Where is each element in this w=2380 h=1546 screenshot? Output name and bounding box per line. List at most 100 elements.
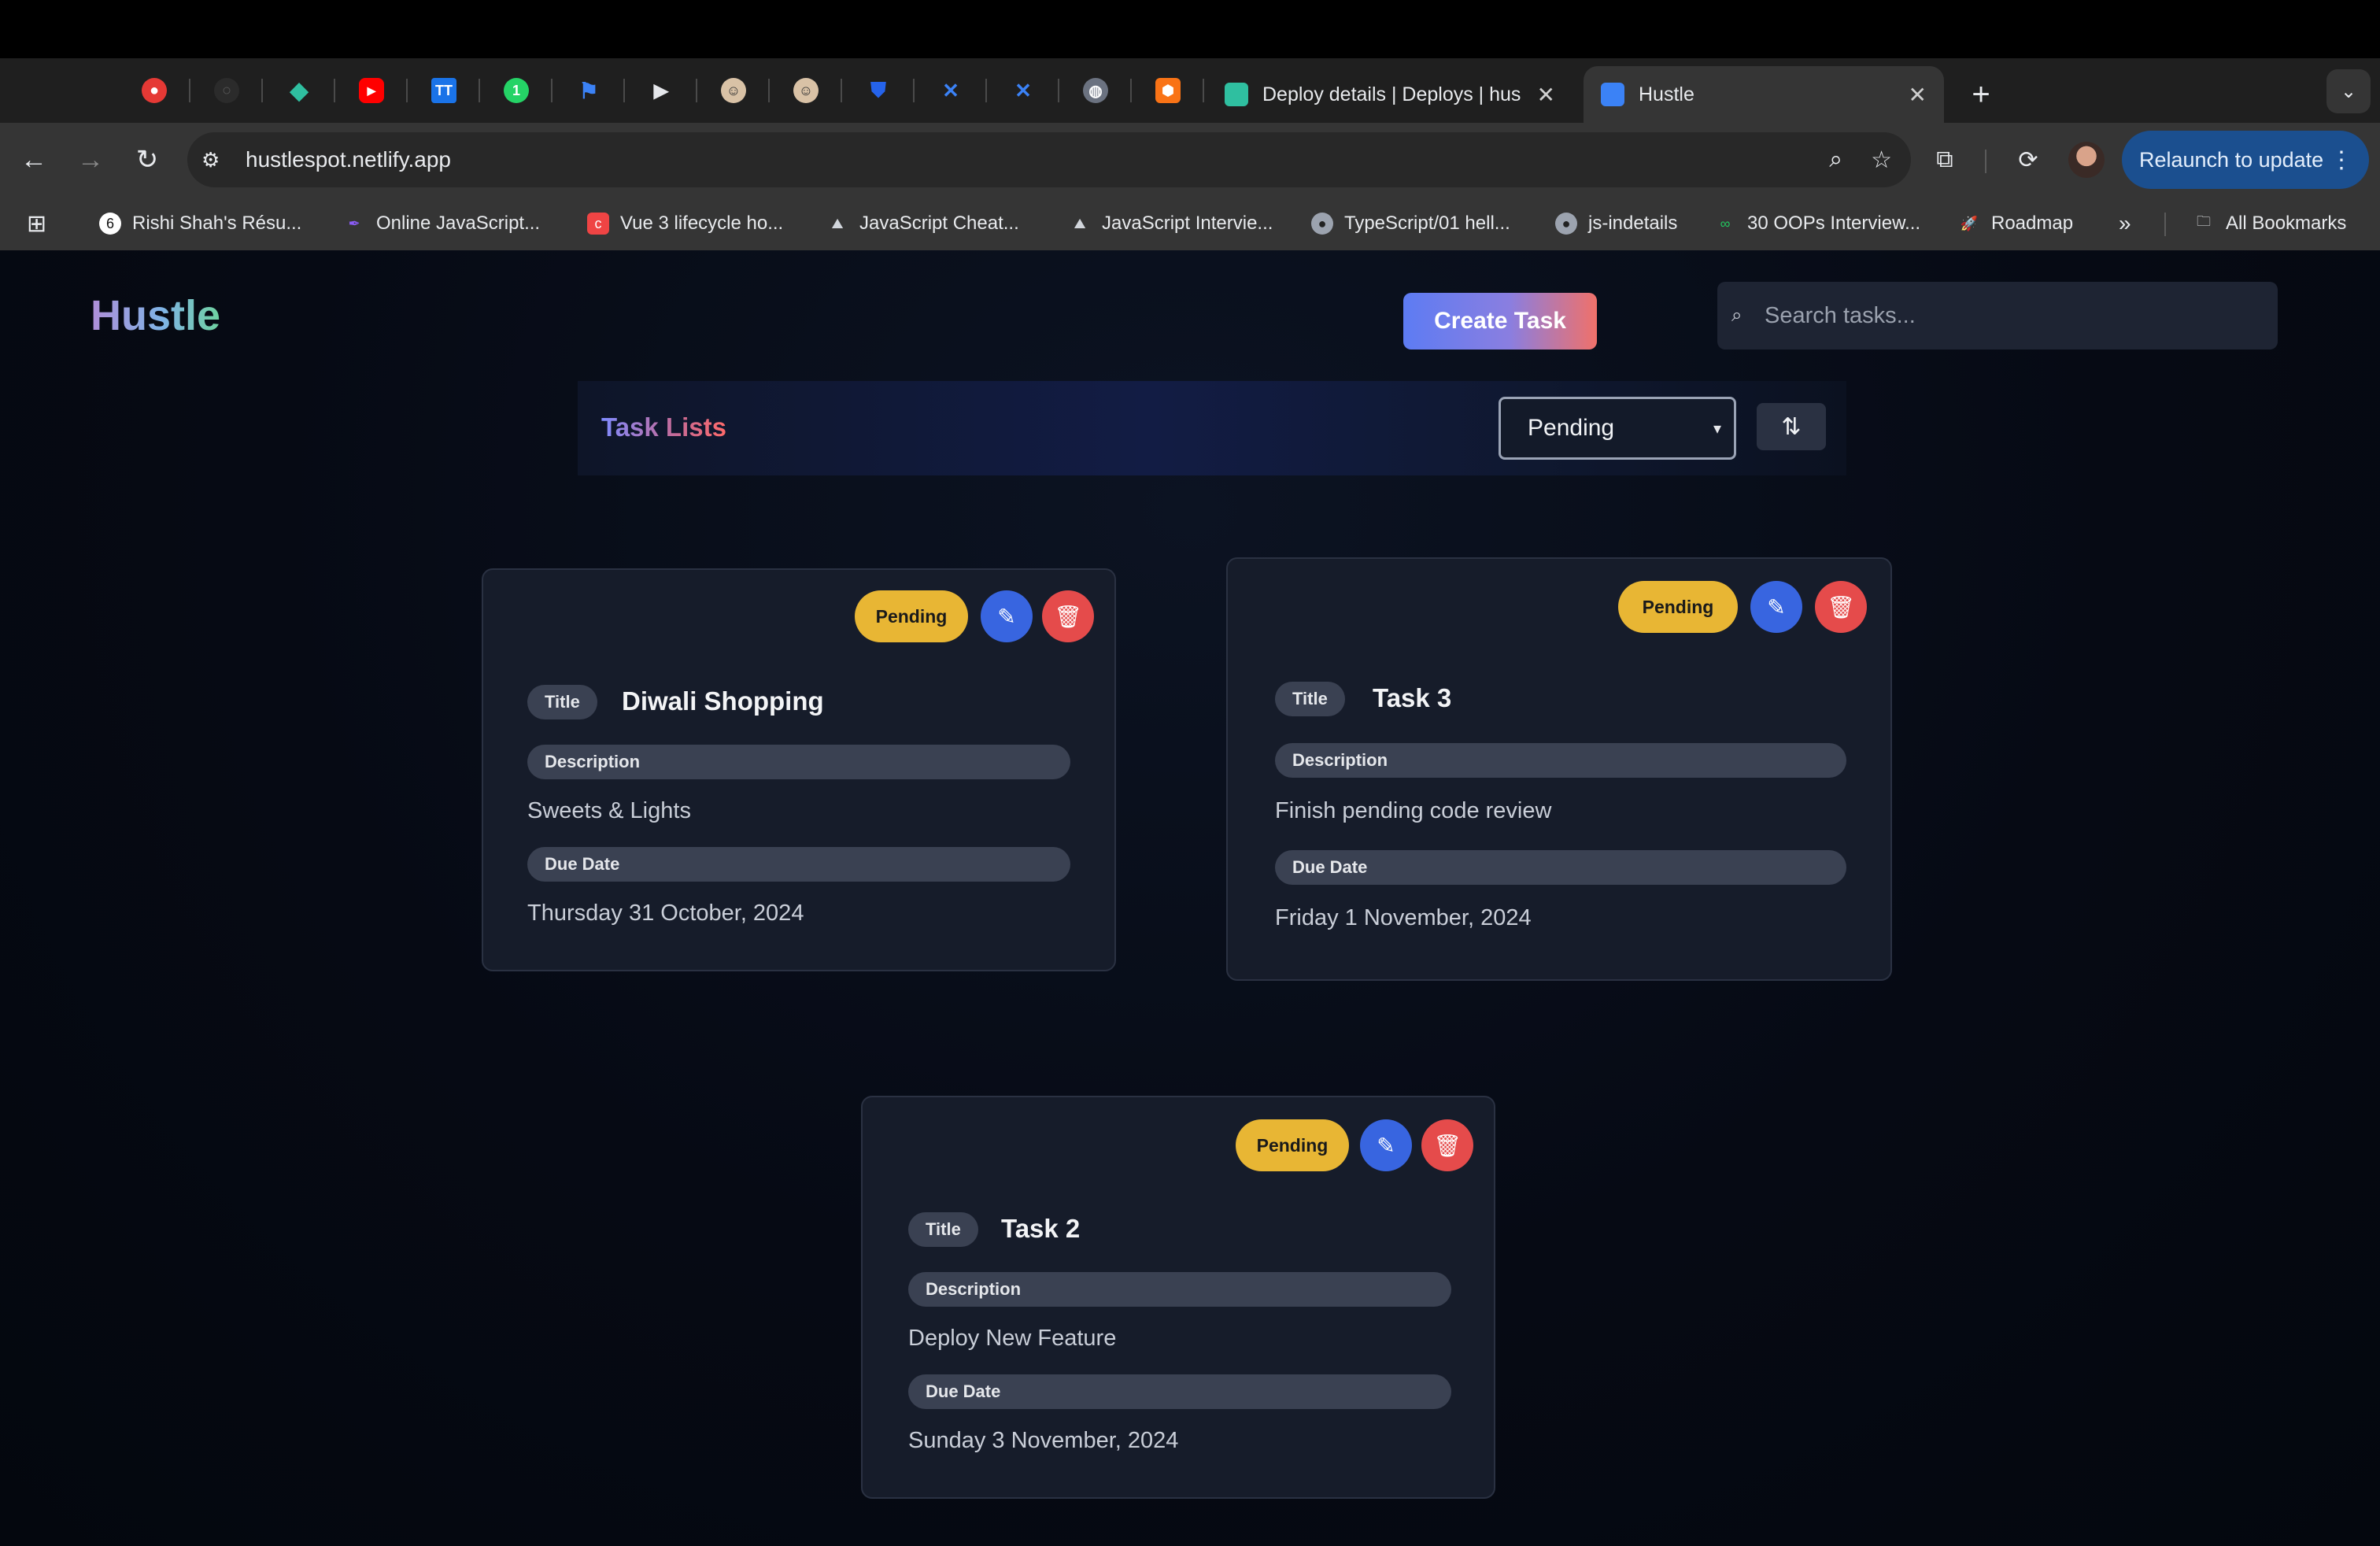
task-due-date: Friday 1 November, 2024 (1275, 905, 1532, 930)
box-icon: ⬢ (1155, 78, 1181, 103)
sort-button[interactable]: ⇅ (1757, 403, 1826, 450)
globe-icon: ◍ (1083, 78, 1108, 103)
bookmark-item[interactable]: 🚀 Roadmap (1958, 197, 2073, 250)
zoom-icon[interactable]: ⌕ (1829, 146, 1842, 173)
app-page: Hustle Create Task ⌕ Task Lists Pending … (0, 250, 2380, 1546)
netlify-icon: ◆ (290, 77, 309, 104)
back-button[interactable]: ← (13, 139, 55, 181)
hustle-favicon-icon (1601, 83, 1624, 106)
browser-toolbar: ← → ↻ ⚙ hustlespot.netlify.app ⌕ ☆ ⧉ ⟳ R… (0, 123, 2380, 197)
pencil-icon: ✎ (1767, 594, 1786, 620)
edit-button[interactable]: ✎ (981, 590, 1033, 642)
bookmark-item[interactable]: ● js-indetails (1555, 197, 1677, 250)
due-date-label: Due Date (527, 847, 1070, 882)
bookmark-label: Rishi Shah's Résu... (132, 213, 302, 234)
pinned-tab-person-1[interactable]: ☺ (697, 58, 770, 123)
title-label: Title (527, 685, 597, 719)
task-list-header: Task Lists Pending ▾ ⇅ (578, 381, 1846, 475)
title-label: Title (908, 1212, 978, 1247)
more-vert-icon: ⋮ (2330, 146, 2353, 173)
task-title: Diwali Shopping (622, 686, 824, 716)
status-badge: Pending (1236, 1119, 1349, 1171)
pinned-tab-flag[interactable]: ⚑ (552, 58, 625, 123)
url-text[interactable]: hustlespot.netlify.app (246, 147, 451, 172)
forward-button[interactable]: → (69, 139, 112, 181)
bookmark-item[interactable]: ● TypeScript/01 hell... (1311, 197, 1510, 250)
profile-avatar[interactable] (2068, 142, 2105, 178)
search-icon: ⌕ (1731, 305, 1743, 326)
shield-icon: ⛊ (870, 78, 886, 102)
delete-button[interactable]: 🗑 (1042, 590, 1094, 642)
pinned-tab-youtube-music[interactable]: ● (118, 58, 190, 123)
new-tab-button[interactable]: + (1963, 66, 1999, 123)
pinned-tab-shield[interactable]: ⛊ (842, 58, 915, 123)
trash-icon: 🗑 (1054, 604, 1082, 629)
edit-button[interactable]: ✎ (1360, 1119, 1412, 1171)
relaunch-button[interactable]: Relaunch to update ⋮ (2122, 131, 2369, 189)
rocket-icon: 🚀 (1960, 215, 1979, 231)
bookmark-item[interactable]: ✒ Online JavaScript... (343, 197, 540, 250)
description-label: Description (527, 745, 1070, 779)
tt-app-icon: TT (431, 78, 456, 103)
logo-icon: 6 (99, 213, 121, 235)
tab-search-button[interactable]: ⌄ (2326, 69, 2371, 113)
search-box[interactable]: ⌕ (1717, 282, 2278, 350)
close-icon[interactable]: ✕ (1537, 82, 1555, 108)
task-title: Task 3 (1373, 683, 1452, 712)
bookmark-item[interactable]: ⛰ JavaScript Intervie... (1069, 197, 1273, 250)
more-bookmarks-icon[interactable]: » (2119, 197, 2131, 250)
bookmark-label: TypeScript/01 hell... (1344, 213, 1510, 234)
task-description: Deploy New Feature (908, 1326, 1117, 1351)
github-icon: ○ (214, 78, 239, 103)
brand-logo[interactable]: Hustle (91, 291, 220, 340)
pinned-tab-jira-1[interactable]: ✕ (915, 58, 987, 123)
search-input[interactable] (1765, 302, 2252, 329)
all-bookmarks-folder[interactable]: 🗀 All Bookmarks (2193, 197, 2346, 250)
pinned-tab-globe[interactable]: ◍ (1059, 58, 1132, 123)
extensions-icon[interactable]: ⧉ (1925, 140, 1964, 179)
performance-icon[interactable]: ⟳ (2009, 140, 2048, 179)
pinned-tab-person-2[interactable]: ☺ (770, 58, 842, 123)
edit-button[interactable]: ✎ (1750, 581, 1802, 633)
create-task-button[interactable]: Create Task (1403, 293, 1597, 350)
pinned-tab-github[interactable]: ○ (190, 58, 263, 123)
task-description: Sweets & Lights (527, 798, 691, 823)
pinned-tab-youtube[interactable]: ▶ (335, 58, 408, 123)
tab-title: Deploy details | Deploys | hus (1262, 83, 1521, 105)
jira-icon: ✕ (1014, 78, 1032, 102)
apps-grid-icon[interactable]: ⊞ (27, 197, 46, 250)
delete-button[interactable]: 🗑 (1421, 1119, 1473, 1171)
youtube-music-icon: ● (142, 78, 167, 103)
description-label: Description (908, 1272, 1451, 1307)
pinned-tab-tt-app[interactable]: TT (408, 58, 480, 123)
bookmark-item[interactable]: ⛰ JavaScript Cheat... (826, 197, 1018, 250)
delete-button[interactable]: 🗑 (1815, 581, 1867, 633)
pinned-tab-box[interactable]: ⬢ (1132, 58, 1204, 123)
pinned-tab-play[interactable]: ▶ (625, 58, 697, 123)
bookmarks-bar: ⊞ 6 Rishi Shah's Résu... ✒ Online JavaScri… (0, 197, 2380, 250)
task-card: Pending ✎ 🗑 Title Task 2 Description Dep… (861, 1096, 1495, 1499)
relaunch-label: Relaunch to update (2139, 147, 2324, 172)
tab-deploy-details[interactable]: Deploy details | Deploys | hus ✕ (1207, 66, 1572, 123)
pinned-tab-netlify[interactable]: ◆ (263, 58, 335, 123)
tab-title: Hustle (1639, 83, 1694, 105)
address-bar[interactable]: ⚙ hustlespot.netlify.app ⌕ ☆ (187, 132, 1911, 187)
reload-button[interactable]: ↻ (126, 139, 168, 181)
pinned-tab-whatsapp[interactable]: 1 (480, 58, 552, 123)
bookmark-item[interactable]: c Vue 3 lifecycle ho... (587, 197, 783, 250)
tab-hustle[interactable]: Hustle ✕ (1584, 66, 1944, 123)
trash-icon: 🗑 (1827, 594, 1855, 620)
tab-bar: ● ○ ◆ ▶ TT 1 ⚑ ▶ ☺ ☺ ⛊ ✕ ✕ ◍ ⬢ Deploy de… (0, 58, 2380, 123)
status-filter-value: Pending (1528, 415, 1615, 441)
bookmark-item[interactable]: ∞ 30 OOPs Interview... (1714, 197, 1921, 250)
pinned-tab-jira-2[interactable]: ✕ (987, 58, 1059, 123)
task-lists-title: Task Lists (601, 412, 726, 442)
all-bookmarks-label: All Bookmarks (2226, 213, 2347, 234)
description-label: Description (1275, 743, 1846, 778)
close-icon[interactable]: ✕ (1909, 82, 1927, 108)
status-filter-select[interactable]: Pending ▾ (1499, 397, 1736, 460)
task-title: Task 2 (1001, 1214, 1081, 1243)
bookmark-star-icon[interactable]: ☆ (1871, 146, 1892, 174)
site-info-icon[interactable]: ⚙ (201, 148, 233, 172)
bookmark-item[interactable]: 6 Rishi Shah's Résu... (99, 197, 301, 250)
